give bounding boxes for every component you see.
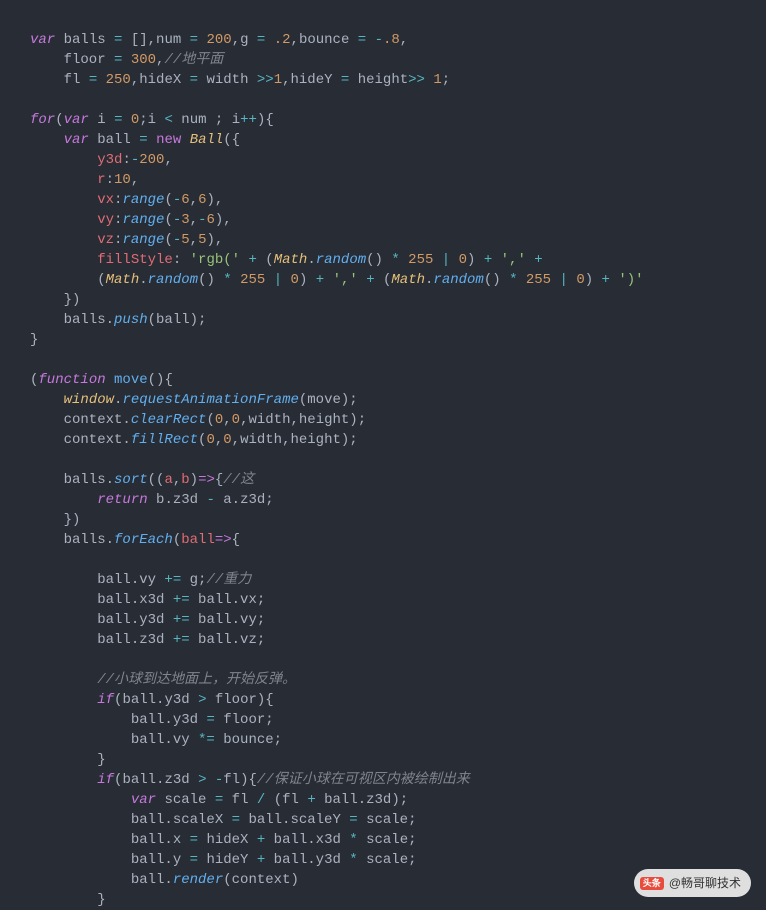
code-line: }) (30, 290, 751, 310)
code-line: ball.y3d = floor; (30, 710, 751, 730)
code-line: return b.z3d - a.z3d; (30, 490, 751, 510)
code-line: fillStyle: 'rgb(' + (Math.random() * 255… (30, 250, 751, 270)
code-line (30, 90, 751, 110)
code-block: var balls = [],num = 200,g = .2,bounce =… (30, 30, 751, 910)
code-line: for(var i = 0;i < num ; i++){ (30, 110, 751, 130)
code-line: (Math.random() * 255 | 0) + ',' + (Math.… (30, 270, 751, 290)
code-line: ball.scaleX = ball.scaleY = scale; (30, 810, 751, 830)
code-line: if(ball.y3d > floor){ (30, 690, 751, 710)
code-line: window.requestAnimationFrame(move); (30, 390, 751, 410)
code-line: balls.sort((a,b)=>{//这 (30, 470, 751, 490)
code-line: var ball = new Ball({ (30, 130, 751, 150)
code-line: var balls = [],num = 200,g = .2,bounce =… (30, 30, 751, 50)
watermark-text: @畅哥聊技术 (669, 873, 741, 893)
code-line: }) (30, 510, 751, 530)
code-line: var scale = fl / (fl + ball.z3d); (30, 790, 751, 810)
code-line: } (30, 330, 751, 350)
watermark-logo: 头条 (640, 877, 664, 890)
code-line: balls.forEach(ball=>{ (30, 530, 751, 550)
code-line (30, 650, 751, 670)
code-line: ball.vy += g;//重力 (30, 570, 751, 590)
code-line: if(ball.z3d > -fl){//保证小球在可视区内被绘制出来 (30, 770, 751, 790)
code-line (30, 350, 751, 370)
watermark: 头条 @畅哥聊技术 (634, 869, 751, 897)
code-line (30, 550, 751, 570)
code-line (30, 450, 751, 470)
code-line: ball.y3d += ball.vy; (30, 610, 751, 630)
code-line: context.clearRect(0,0,width,height); (30, 410, 751, 430)
code-line: vy:range(-3,-6), (30, 210, 751, 230)
code-line: vz:range(-5,5), (30, 230, 751, 250)
code-line: ball.x = hideX + ball.x3d * scale; (30, 830, 751, 850)
code-line: fl = 250,hideX = width >>1,hideY = heigh… (30, 70, 751, 90)
code-line: } (30, 750, 751, 770)
code-line: ball.vy *= bounce; (30, 730, 751, 750)
code-line: //小球到达地面上，开始反弹。 (30, 670, 751, 690)
code-line: ball.z3d += ball.vz; (30, 630, 751, 650)
code-line: (function move(){ (30, 370, 751, 390)
code-line: r:10, (30, 170, 751, 190)
code-line: ball.x3d += ball.vx; (30, 590, 751, 610)
code-line: context.fillRect(0,0,width,height); (30, 430, 751, 450)
code-line: y3d:-200, (30, 150, 751, 170)
code-line: ball.y = hideY + ball.y3d * scale; (30, 850, 751, 870)
code-line: floor = 300,//地平面 (30, 50, 751, 70)
code-line: vx:range(-6,6), (30, 190, 751, 210)
code-line: balls.push(ball); (30, 310, 751, 330)
